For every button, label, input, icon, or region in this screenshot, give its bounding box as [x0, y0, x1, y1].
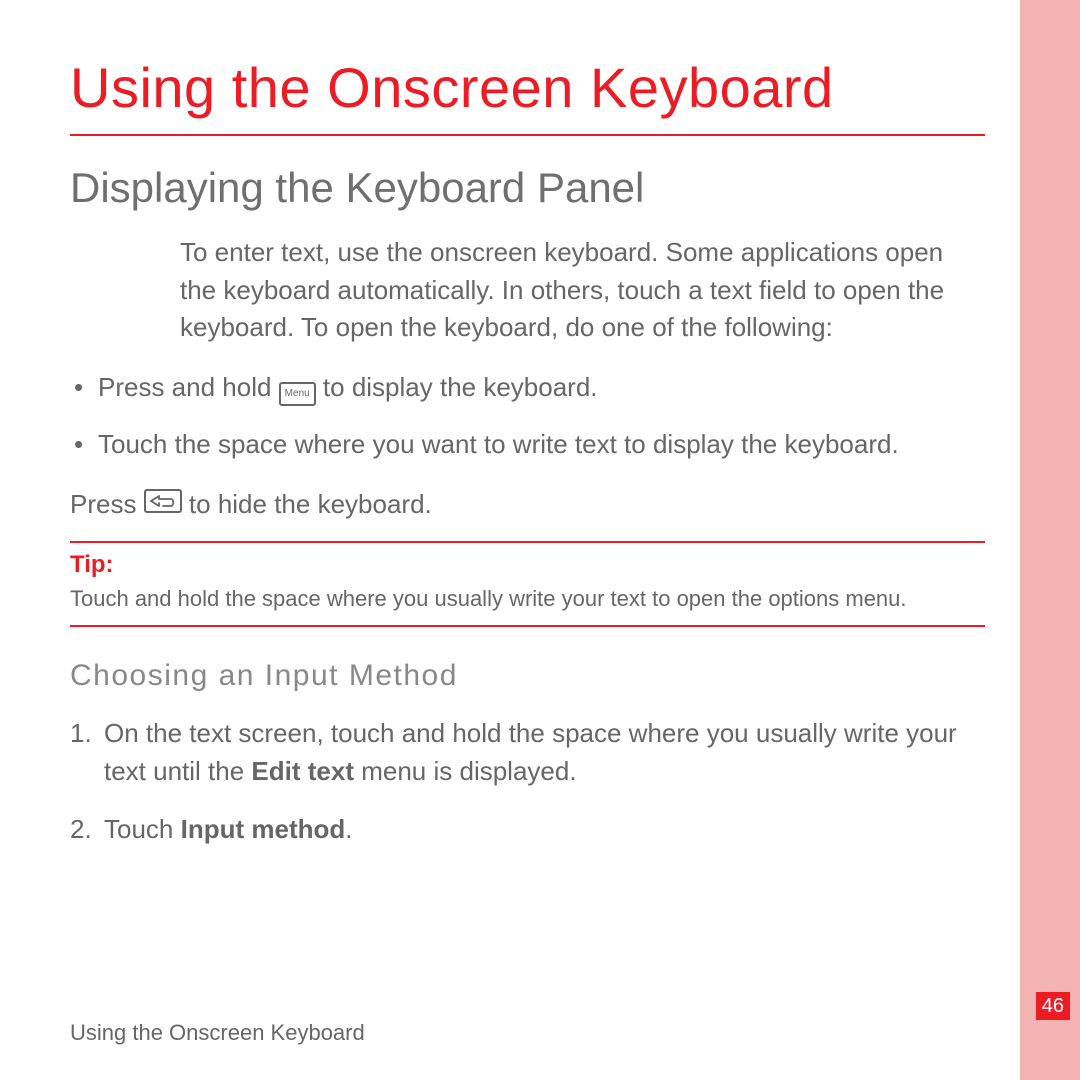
tip-body: Touch and hold the space where you usual… [70, 583, 985, 615]
page-title: Using the Onscreen Keyboard [70, 55, 985, 120]
content-area: Using the Onscreen Keyboard Displaying t… [70, 55, 985, 868]
page-number-badge: 46 [1036, 992, 1070, 1020]
back-key-icon [144, 489, 182, 513]
title-divider [70, 134, 985, 136]
hide-text-before: Press [70, 489, 144, 519]
menu-key-icon: Menu [279, 382, 316, 406]
bullet-item-press-hold: Press and hold Menu to display the keybo… [70, 369, 985, 408]
item2-after: . [345, 814, 352, 844]
section-heading-choosing: Choosing an Input Method [70, 659, 985, 693]
bullet-item-touch-space: Touch the space where you want to write … [70, 426, 985, 464]
list-number-2: 2. [70, 811, 92, 849]
hide-keyboard-line: Press to hide the keyboard. [70, 486, 985, 524]
hide-text-after: to hide the keyboard. [182, 489, 432, 519]
tip-label: Tip: [70, 551, 985, 579]
document-page: 46 Using the Onscreen Keyboard Displayin… [0, 0, 1080, 1080]
item2-bold: Input method [181, 814, 346, 844]
side-strip [1020, 0, 1080, 1080]
tip-bottom-divider [70, 625, 985, 627]
list-number-1: 1. [70, 715, 92, 753]
item1-bold: Edit text [251, 756, 354, 786]
intro-paragraph: To enter text, use the onscreen keyboard… [180, 234, 985, 347]
bullet-list: Press and hold Menu to display the keybo… [70, 369, 985, 464]
numbered-item-1: 1. On the text screen, touch and hold th… [70, 715, 985, 790]
footer-text: Using the Onscreen Keyboard [70, 1020, 365, 1046]
numbered-list: 1. On the text screen, touch and hold th… [70, 715, 985, 848]
section-heading-displaying: Displaying the Keyboard Panel [70, 164, 985, 212]
tip-top-divider [70, 541, 985, 543]
item1-after: menu is displayed. [354, 756, 577, 786]
tip-block: Tip: Touch and hold the space where you … [70, 541, 985, 627]
bullet1-text-after: to display the keyboard. [316, 372, 598, 402]
item2-before: Touch [104, 814, 181, 844]
bullet1-text-before: Press and hold [98, 372, 279, 402]
numbered-item-2: 2. Touch Input method. [70, 811, 985, 849]
page-number: 46 [1042, 995, 1064, 1017]
